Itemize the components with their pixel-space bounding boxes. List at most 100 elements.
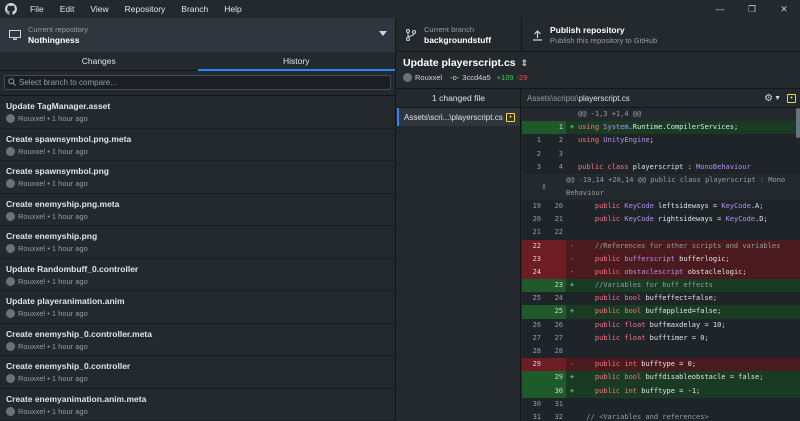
diff-line[interactable]: 20 21 public KeyCode rightsideways = KeyC… <box>522 213 800 227</box>
commit-item-title: Update Randombuff_0.controller <box>6 263 139 274</box>
publish-title: Publish repository <box>550 24 625 35</box>
menu-repository[interactable]: Repository <box>117 0 174 18</box>
old-line-number <box>522 384 544 398</box>
diff-line[interactable]: 1 + using System.Runtime.CompilerServices; <box>522 121 800 135</box>
diff-view: Assets\scripts\ playerscript.cs ⚙ ▼ • @@… <box>522 89 800 421</box>
menu-view[interactable]: View <box>82 0 116 18</box>
new-line-number: 4 <box>558 162 563 171</box>
old-line-number: 2 <box>536 149 541 158</box>
publish-repository-button[interactable]: Publish repository Publish this reposito… <box>522 18 800 52</box>
file-item[interactable]: Assets\scri...\playerscript.cs • <box>397 108 520 126</box>
diff-marker <box>566 148 578 161</box>
minimize-icon[interactable]: — <box>704 0 736 18</box>
modified-icon: • <box>506 112 515 122</box>
diff-code: public int bufftype = 0; <box>594 360 697 369</box>
diff-line[interactable]: 29 + public bool buffdisableobstacle = fa… <box>522 371 800 385</box>
diff-marker: + <box>569 373 575 382</box>
separator-dot: • <box>45 114 52 123</box>
repository-name: Nothingness <box>28 34 80 45</box>
branch-compare-input[interactable] <box>19 78 379 87</box>
commit-item-time: 1 hour ago <box>51 244 88 253</box>
diff-line[interactable]: 22 - //References for other scripts and v… <box>522 239 800 253</box>
diff-marker <box>566 345 578 358</box>
diff-code: //Variables for buff effects <box>578 281 713 290</box>
expand-icon[interactable]: ⇕ <box>522 182 566 192</box>
avatar <box>6 374 15 383</box>
diff-line[interactable]: 23 - public bufferscript bufferlogic; <box>522 252 800 266</box>
repository-label: Current repository <box>28 24 89 34</box>
scrollbar[interactable] <box>796 108 800 138</box>
diff-line[interactable]: 3 4 public class playerscript : MonoBehavi… <box>522 160 800 174</box>
diff-body: @@ -1,3 +1,4 @@ 1 + using System.Runtime.Co… <box>522 108 800 421</box>
old-line-number <box>522 121 544 135</box>
commit-sha[interactable]: 3ccd4a5 <box>462 73 490 82</box>
diff-line[interactable]: 25 + public bool buffapplied=false; <box>522 305 800 319</box>
diff-code <box>578 345 800 358</box>
diff-code: public bool buffeffect=false; <box>594 294 718 303</box>
list-item[interactable]: Create enemyship.png.meta Rouxxel • 1 hou… <box>0 194 395 226</box>
diff-line[interactable]: @@ -1,3 +1,4 @@ <box>522 108 800 122</box>
diff-line[interactable]: 21 22 <box>522 226 800 240</box>
diff-line[interactable]: 25 24 public bool buffeffect=false; <box>522 292 800 306</box>
list-item[interactable]: Update Randombuff_0.controller Rouxxel • … <box>0 259 395 291</box>
diff-expander[interactable]: ⇕ @@ -19,14 +20,14 @@ public class player… <box>522 173 800 200</box>
diff-line[interactable]: 1 2 using UnityEngine; <box>522 134 800 148</box>
diff-line[interactable]: 24 - public obstaclescript obstaclelogic; <box>522 265 800 280</box>
commit-item-author: Rouxxel <box>18 406 46 416</box>
branch-compare-field[interactable] <box>4 75 391 90</box>
new-line-number <box>544 239 566 253</box>
commit-item-time: 1 hour ago <box>51 114 88 123</box>
diff-line[interactable]: 28 28 <box>522 345 800 359</box>
list-item[interactable]: Update TagManager.asset Rouxxel • 1 hour … <box>0 96 395 129</box>
diff-line[interactable]: 31 32 // <Variables and references> <box>522 410 800 421</box>
close-icon[interactable]: ✕ <box>768 0 800 18</box>
diff-marker <box>566 292 578 305</box>
chevron-down-icon[interactable]: ▼ <box>774 95 781 102</box>
menu-file[interactable]: File <box>22 0 52 18</box>
diff-header: Assets\scripts\ playerscript.cs ⚙ ▼ • <box>522 89 800 108</box>
expand-icon[interactable]: ⇕ <box>521 58 529 69</box>
diff-code: public int bufftype = -1; <box>594 386 701 395</box>
menu-edit[interactable]: Edit <box>52 0 83 18</box>
list-item[interactable]: Create enemyship_0.controller.meta Rouxxe… <box>0 324 395 356</box>
separator-dot: • <box>45 146 52 156</box>
gear-icon[interactable]: ⚙ <box>764 93 773 104</box>
diff-code <box>578 226 800 239</box>
new-line-number: 27 <box>554 333 563 342</box>
diff-line[interactable]: 23 <box>522 147 800 161</box>
diff-line[interactable]: 27 27 public float bufftimer = 0; <box>522 331 800 345</box>
tab-history[interactable]: History <box>197 53 396 71</box>
list-item[interactable]: Update playeranimation.anim Rouxxel • 1 h… <box>0 291 395 324</box>
diff-line[interactable]: 19 20 public KeyCode leftsideways = KeyCo… <box>522 199 800 214</box>
menu-branch[interactable]: Branch <box>173 0 216 18</box>
diff-marker <box>566 161 578 174</box>
separator-dot: • <box>45 406 52 416</box>
publish-subtitle: Publish this repository to GitHub <box>550 35 658 45</box>
separator-dot: • <box>45 244 52 253</box>
separator-dot: • <box>45 211 52 221</box>
current-repository-button[interactable]: Current repository Nothingness <box>0 18 396 52</box>
diff-line[interactable]: 30 31 <box>522 397 800 411</box>
commit-item-time: 1 hour ago <box>51 276 88 286</box>
diff-line[interactable]: 26 26 public float buffmaxdelay = 10; <box>522 318 800 332</box>
diff-line[interactable]: 29 - public int bufftype = 0; <box>522 358 800 372</box>
diff-line[interactable]: 30 + public int bufftype = -1; <box>522 384 800 398</box>
window-controls: — ❐ ✕ <box>704 0 800 18</box>
commit-item-title: Create enemyship.png.meta <box>6 198 120 209</box>
list-item[interactable]: Create spawnsymbol.png Rouxxel • 1 hour a… <box>0 161 395 194</box>
restore-icon[interactable]: ❐ <box>736 0 768 18</box>
list-item[interactable]: Create enemyanimation.anim.meta Rouxxel •… <box>0 389 395 421</box>
diff-line[interactable]: 23 + //Variables for buff effects <box>522 279 800 293</box>
list-item[interactable]: Create spawnsymbol.png.meta Rouxxel • 1 h… <box>0 129 395 161</box>
current-branch-button[interactable]: Current branch backgroundstuff <box>396 18 522 52</box>
old-line-number: 31 <box>532 412 541 421</box>
diff-code: public bufferscript bufferlogic; <box>594 254 730 263</box>
tab-changes[interactable]: Changes <box>0 53 198 70</box>
menu-help[interactable]: Help <box>216 0 249 18</box>
separator-dot: • <box>45 341 52 351</box>
list-item[interactable]: Create enemyship.png Rouxxel • 1 hour ago <box>0 226 395 259</box>
list-item[interactable]: Create enemyship_0.controller Rouxxel • 1… <box>0 356 395 389</box>
additions-count: +109 <box>496 73 514 82</box>
diff-marker <box>566 213 578 226</box>
commit-item-time: 1 hour ago <box>51 211 88 221</box>
